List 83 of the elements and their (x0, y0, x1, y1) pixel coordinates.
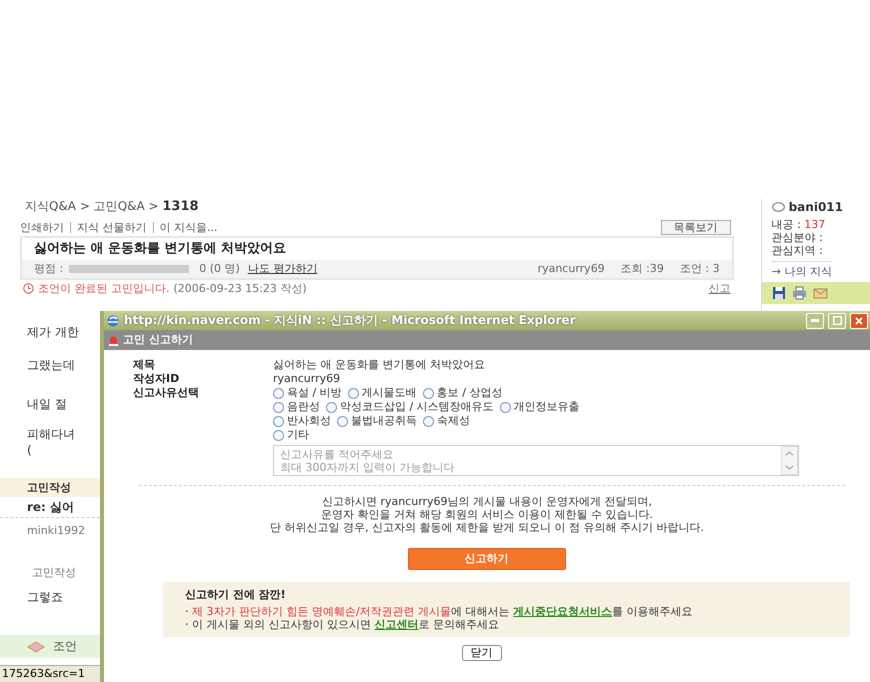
tips-heading: 신고하기 전에 잠깐! (185, 588, 287, 602)
advice-count: 조언 : 3 (680, 262, 720, 276)
reason-radio[interactable] (273, 416, 284, 426)
tip-link[interactable]: 게시중단요청서비스 (513, 604, 612, 618)
reply-title: re: 싫어 (26, 500, 76, 515)
user-name: bani011 (788, 201, 843, 214)
reason-radio[interactable] (273, 388, 284, 398)
field-value: ryancurry69 (273, 372, 340, 386)
reason-radio[interactable] (326, 402, 337, 412)
mail-icon[interactable] (812, 286, 828, 300)
minimize-button[interactable] (806, 312, 824, 328)
status-bar: 175263&src=1 (0, 665, 100, 682)
field-value: 싫어하는 애 운동화를 변기통에 처박았어요 (273, 358, 485, 372)
action-link[interactable]: 이 지식을... (152, 222, 224, 232)
notice-text: 단 허위신고일 경우, 신고자의 활동에 제한을 받게 되오니 이 점 유의해 주시기 바랍니다. (269, 521, 705, 534)
minimize-icon (811, 319, 819, 322)
maximize-icon (832, 316, 842, 325)
rating-label: 평점 : (34, 262, 64, 276)
reason-label: 개인정보유출 (514, 400, 580, 414)
report-link[interactable]: 신고 (708, 282, 731, 296)
reason-field[interactable]: 신고사유를 적어주세요 최대 300자까지 입력이 가능합니다 (273, 445, 799, 476)
interest-label: 관심지역 : (772, 244, 824, 257)
diamond-icon (27, 640, 45, 652)
reason-radio[interactable] (273, 430, 284, 440)
field-label: 제목 (133, 358, 156, 372)
points-value: 137 (804, 218, 826, 231)
reason-label: 음란성 (287, 400, 320, 414)
close-button[interactable] (850, 312, 868, 328)
action-link[interactable]: 지식 선물하기 (70, 222, 152, 232)
points-label: 내공 : (772, 218, 801, 231)
question-title: 싫어하는 애 운동화를 변기통에 처박았어요 (33, 240, 288, 258)
floppy-icon[interactable] (772, 286, 786, 300)
tip-text: · 이 게시물 외의 신고사항이 있으시면 신고센터로 문의해주세요 (185, 618, 500, 631)
field-label: 작성자ID (133, 372, 180, 386)
reason-label: 반사회성 (287, 414, 331, 428)
status-date: (2006-09-23 15:23 작성) (174, 282, 307, 296)
notice-text: 신고하시면 ryancurry69님의 게시물 내용이 운영자에게 전달되며, (320, 495, 654, 508)
section-header: 고민작성 (0, 478, 100, 497)
scrollbar-drawing (781, 446, 798, 475)
breadcrumb: 지식Q&A > 고민Q&A > 1318 (25, 199, 200, 216)
body-text: 내일 절 (26, 397, 68, 412)
body-text: ( (26, 443, 33, 458)
reason-label: 기타 (287, 428, 309, 442)
body-text: 그렇죠 (26, 590, 64, 605)
my-knowledge-link[interactable]: → 나의 지식 (772, 261, 832, 278)
reason-label: 불법내공취득 (351, 414, 417, 428)
section-label: 고민작성 (31, 565, 77, 580)
reason-radio[interactable] (500, 402, 511, 412)
reason-radio[interactable] (423, 416, 434, 426)
reason-label: 악성코드삽입 / 시스템장애유도 (340, 400, 494, 414)
reason-radio[interactable] (273, 402, 284, 412)
reason-radio[interactable] (422, 388, 434, 398)
author-name: ryancurry69 (538, 262, 605, 276)
close-icon (855, 316, 863, 324)
reason-label: 숙제성 (437, 414, 470, 428)
rating-count: 0 (0 명) (199, 262, 240, 276)
reason-label: 욕설 / 비방 (287, 386, 342, 400)
window-title: http://kin.naver.com - 지식iN :: 신고하기 - Microsoft Internet Explorer (124, 313, 576, 328)
dialog-title: 고민 신고하기 (123, 333, 193, 347)
browser-icon (106, 314, 120, 328)
reason-label: 홍보 / 상업성 (436, 386, 502, 400)
close-window-button[interactable]: 닫기 (462, 644, 502, 661)
interest-label: 관심분야 : (772, 231, 824, 244)
maximize-button[interactable] (828, 312, 846, 328)
notice-text: 운영자 확인을 거쳐 해당 회원의 서비스 이용이 제한될 수 있습니다. (320, 508, 654, 521)
tip-text: · 제 3자가 판단하기 힘든 명예훼손/저작권관련 게시물에 대해서는 게시중단요청서비스를 이용해주세요 (185, 604, 694, 618)
action-link[interactable]: 인쇄하기 (20, 222, 70, 232)
field-label: 신고사유선택 (133, 386, 200, 401)
reason-radio[interactable] (348, 388, 359, 398)
reason-label: 게시물도배 (362, 386, 417, 400)
status-message: 조언이 완료된 고민입니다. (38, 282, 170, 296)
body-text: 제가 개한 (26, 325, 80, 340)
body-text: 그랬는데 (26, 358, 76, 373)
view-count: 조회 :39 (620, 262, 664, 276)
tip-link[interactable]: 신고센터 (374, 618, 418, 631)
siren-icon (108, 334, 119, 346)
list-button[interactable]: 목록보기 (660, 220, 731, 234)
clock-icon (23, 283, 34, 294)
body-text: 피해다녀 (26, 427, 76, 442)
printer-icon[interactable] (792, 286, 807, 300)
reason-radio[interactable] (337, 416, 348, 426)
advice-header: 조언 (53, 639, 77, 654)
rate-link[interactable]: 나도 평가하기 (248, 262, 318, 276)
